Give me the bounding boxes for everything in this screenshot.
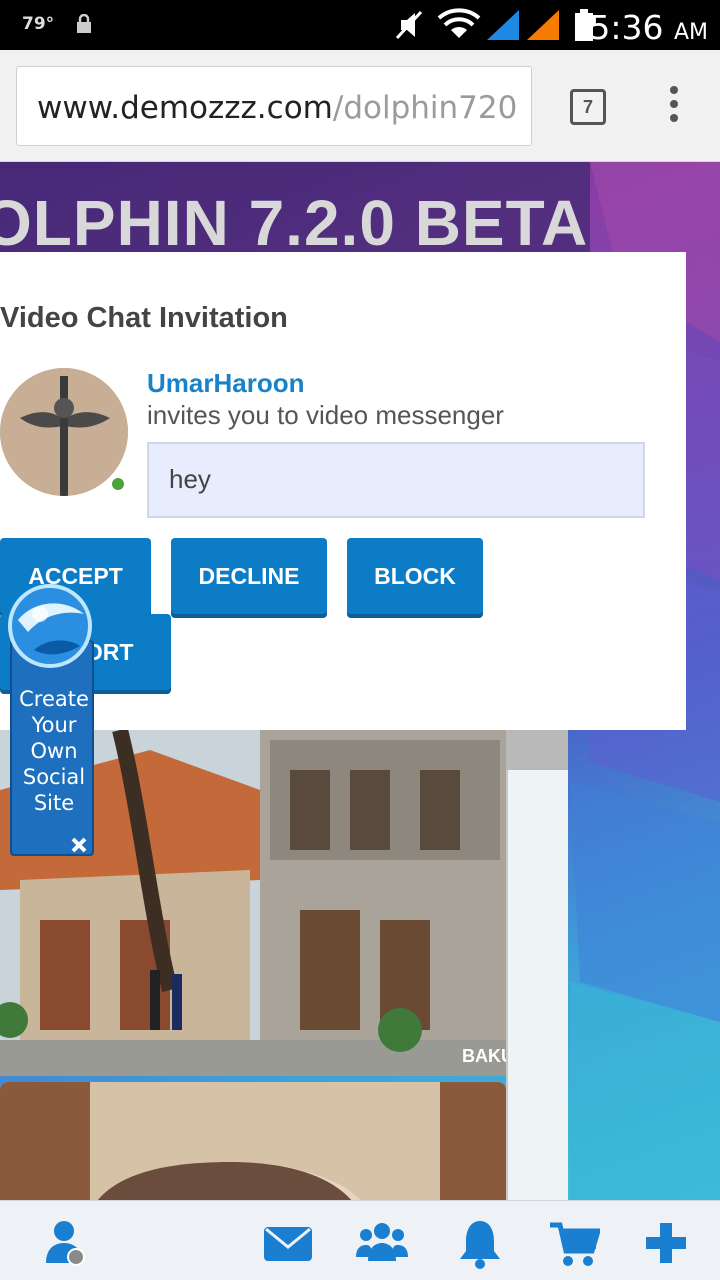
tab-switcher-button[interactable]: 7: [570, 89, 606, 125]
lock-icon: [77, 14, 91, 33]
overflow-menu-icon[interactable]: [664, 86, 684, 126]
portrait-photo-image: [0, 1082, 506, 1200]
promo-text: Create Your Own Social Site: [19, 687, 89, 815]
invite-message: hey: [147, 442, 645, 518]
dialog-title: Video Chat Invitation: [0, 302, 288, 334]
side-panel: [506, 730, 568, 1200]
url-path: /dolphin720: [332, 90, 518, 126]
inviter-avatar[interactable]: [0, 368, 128, 496]
url-domain: www.demozzz.com: [37, 90, 333, 126]
inviter-name-link[interactable]: UmarHaroon: [147, 368, 304, 399]
site-title: OLPHIN 7.2.0 BETA1: [0, 187, 590, 252]
cart-icon[interactable]: [548, 1217, 600, 1269]
feed-photo-portrait[interactable]: [0, 1082, 506, 1200]
signal-2-icon: [527, 10, 559, 40]
mute-icon: [395, 10, 423, 40]
dolphin-globe-icon: [8, 584, 92, 668]
invite-description: invites you to video messenger: [147, 400, 504, 430]
signal-1-icon: [487, 10, 519, 40]
mail-icon[interactable]: [262, 1217, 314, 1269]
site-banner: OLPHIN 7.2.0 BETA1: [0, 162, 590, 252]
status-bar: 79° 5:36 AM: [0, 0, 720, 50]
add-icon[interactable]: [640, 1217, 692, 1269]
close-icon[interactable]: [70, 836, 88, 854]
avatar-image: [0, 368, 128, 496]
profile-icon[interactable]: [40, 1217, 92, 1269]
online-status-indicator: [110, 476, 126, 492]
friends-icon[interactable]: [356, 1217, 408, 1269]
notifications-icon[interactable]: [454, 1217, 506, 1269]
block-button[interactable]: BLOCK: [347, 538, 483, 614]
address-bar[interactable]: www.demozzz.com/dolphin720: [16, 66, 532, 146]
create-site-promo[interactable]: Create Your Own Social Site: [8, 580, 94, 856]
video-chat-invitation-dialog: Video Chat Invitation UmarHaroon invites…: [0, 252, 686, 730]
bottom-navigation: [0, 1200, 720, 1280]
side-panel-header: [506, 730, 568, 770]
wifi-icon: [437, 8, 481, 38]
photo-caption: BAKU: [462, 1046, 506, 1066]
browser-toolbar: www.demozzz.com/dolphin720 7: [0, 50, 720, 162]
temperature-indicator: 79°: [22, 14, 55, 34]
promo-panel[interactable]: Create Your Own Social Site: [10, 640, 94, 856]
decline-button[interactable]: DECLINE: [171, 538, 327, 614]
system-status-icons: [395, 8, 593, 41]
clock: 5:36 AM: [589, 8, 708, 47]
